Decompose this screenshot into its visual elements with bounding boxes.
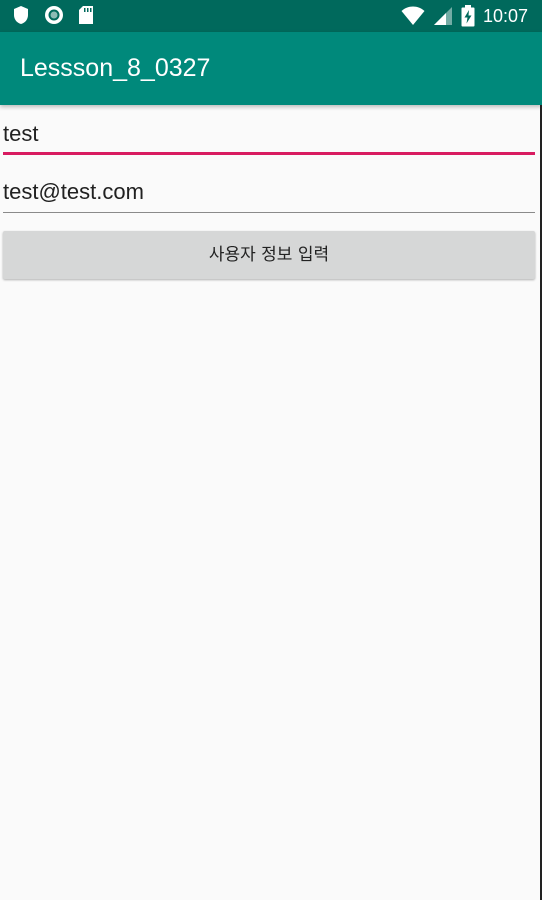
submit-user-info-button[interactable]: 사용자 정보 입력: [3, 231, 535, 279]
app-bar: Lessson_8_0327: [0, 32, 542, 105]
page-title: Lessson_8_0327: [20, 54, 211, 82]
email-input[interactable]: [3, 174, 535, 210]
sd-card-icon: [78, 5, 94, 25]
status-bar: 10:07: [0, 0, 542, 32]
battery-charging-icon: [461, 5, 475, 27]
status-right-icons: 10:07: [401, 4, 528, 28]
email-field-container: [3, 174, 535, 214]
name-input[interactable]: [3, 116, 535, 152]
shield-icon: [12, 5, 30, 25]
status-time: 10:07: [482, 6, 528, 26]
email-input-underline: [3, 212, 535, 213]
name-field-container: [3, 116, 535, 156]
record-icon: [44, 5, 64, 25]
wifi-icon: [401, 6, 425, 26]
signal-icon: [433, 6, 453, 26]
status-left-icons: [12, 5, 94, 25]
name-input-underline: [3, 152, 535, 155]
